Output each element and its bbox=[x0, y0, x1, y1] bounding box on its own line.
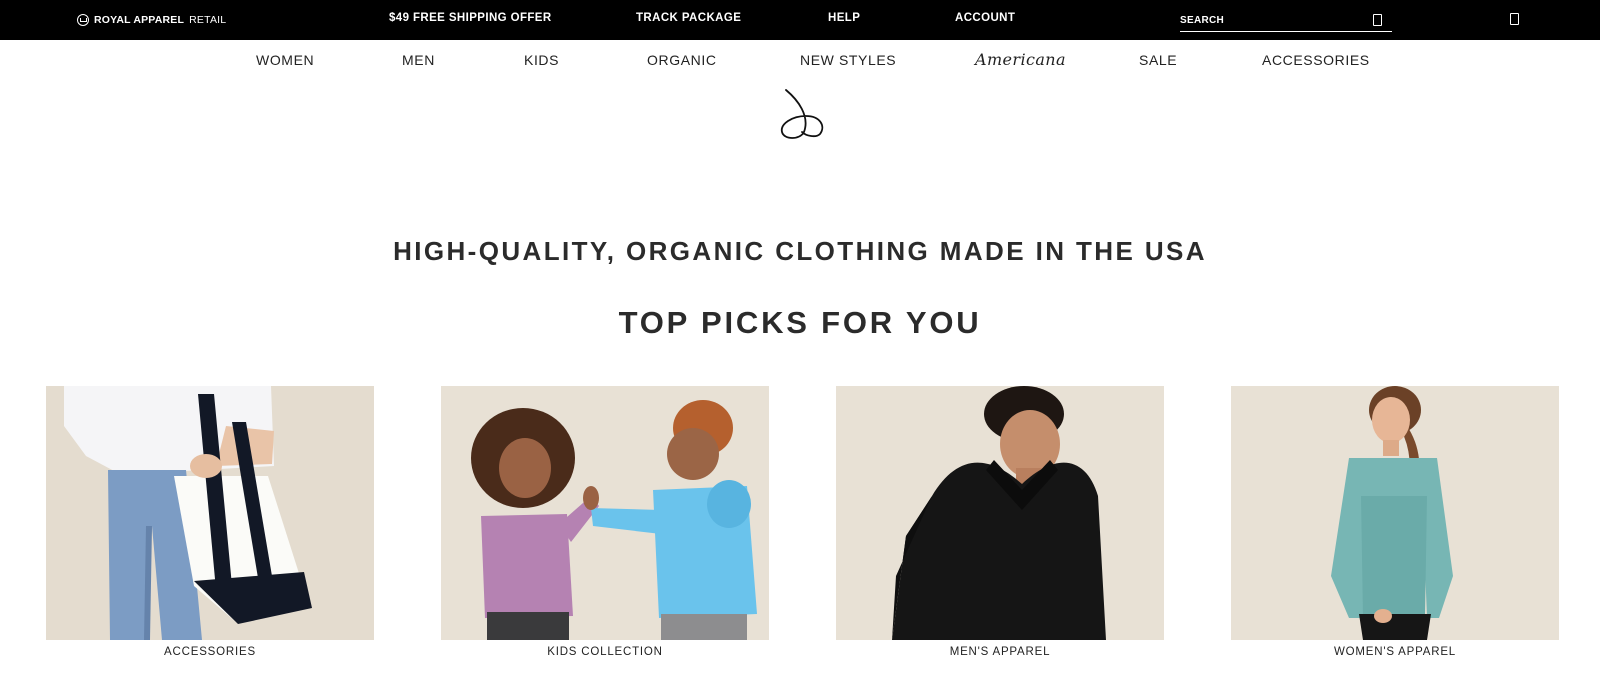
accessories-photo bbox=[46, 386, 374, 640]
tile-kids-collection[interactable]: KIDS COLLECTION bbox=[441, 386, 769, 660]
crown-logo-icon bbox=[77, 14, 89, 26]
nav-item-men[interactable]: MEN bbox=[402, 52, 435, 68]
tile-label: MEN'S APPAREL bbox=[949, 646, 1051, 658]
nav-item-americana[interactable]: Americana bbox=[975, 50, 1066, 69]
swirl-logo-icon bbox=[780, 89, 824, 139]
nav-item-sale[interactable]: SALE bbox=[1139, 52, 1177, 68]
mens-apparel-photo bbox=[836, 386, 1164, 640]
tile-mens-apparel[interactable]: MEN'S APPAREL bbox=[836, 386, 1164, 660]
brand-name-bold: ROYAL APPAREL bbox=[94, 14, 185, 26]
tile-label: ACCESSORIES bbox=[164, 646, 256, 658]
search-input[interactable] bbox=[1180, 11, 1360, 29]
tagline-heading: HIGH-QUALITY, ORGANIC CLOTHING MADE IN T… bbox=[393, 236, 1207, 266]
search-icon[interactable] bbox=[1373, 14, 1382, 26]
nav-item-accessories[interactable]: ACCESSORIES bbox=[1262, 52, 1370, 68]
nav-item-kids[interactable]: KIDS bbox=[524, 52, 559, 68]
search-bar bbox=[1180, 9, 1392, 32]
account-link[interactable]: ACCOUNT bbox=[955, 12, 1015, 24]
cart-icon[interactable] bbox=[1510, 13, 1519, 25]
tile-accessories[interactable]: ACCESSORIES bbox=[46, 386, 374, 660]
nav-item-organic[interactable]: ORGANIC bbox=[647, 52, 717, 68]
tile-label: KIDS COLLECTION bbox=[547, 646, 663, 658]
womens-apparel-photo bbox=[1231, 386, 1559, 640]
top-bar: ROYAL APPAREL RETAIL $49 FREE SHIPPING O… bbox=[0, 0, 1600, 40]
tile-label: WOMEN'S APPAREL bbox=[1334, 646, 1456, 658]
brand-name-rest: RETAIL bbox=[189, 14, 227, 26]
top-picks-heading: TOP PICKS FOR YOU bbox=[618, 305, 982, 340]
help-link[interactable]: HELP bbox=[828, 12, 860, 24]
free-shipping-link[interactable]: $49 FREE SHIPPING OFFER bbox=[389, 12, 552, 24]
nav-item-new-styles[interactable]: NEW STYLES bbox=[800, 52, 896, 68]
kids-collection-photo bbox=[441, 386, 769, 640]
tile-womens-apparel[interactable]: WOMEN'S APPAREL bbox=[1231, 386, 1559, 660]
track-package-link[interactable]: TRACK PACKAGE bbox=[636, 12, 741, 24]
category-nav: WOMEN MEN KIDS ORGANIC NEW STYLES Americ… bbox=[0, 40, 1600, 80]
brand-logo[interactable]: ROYAL APPAREL RETAIL bbox=[77, 12, 226, 28]
nav-item-women[interactable]: WOMEN bbox=[256, 52, 314, 68]
